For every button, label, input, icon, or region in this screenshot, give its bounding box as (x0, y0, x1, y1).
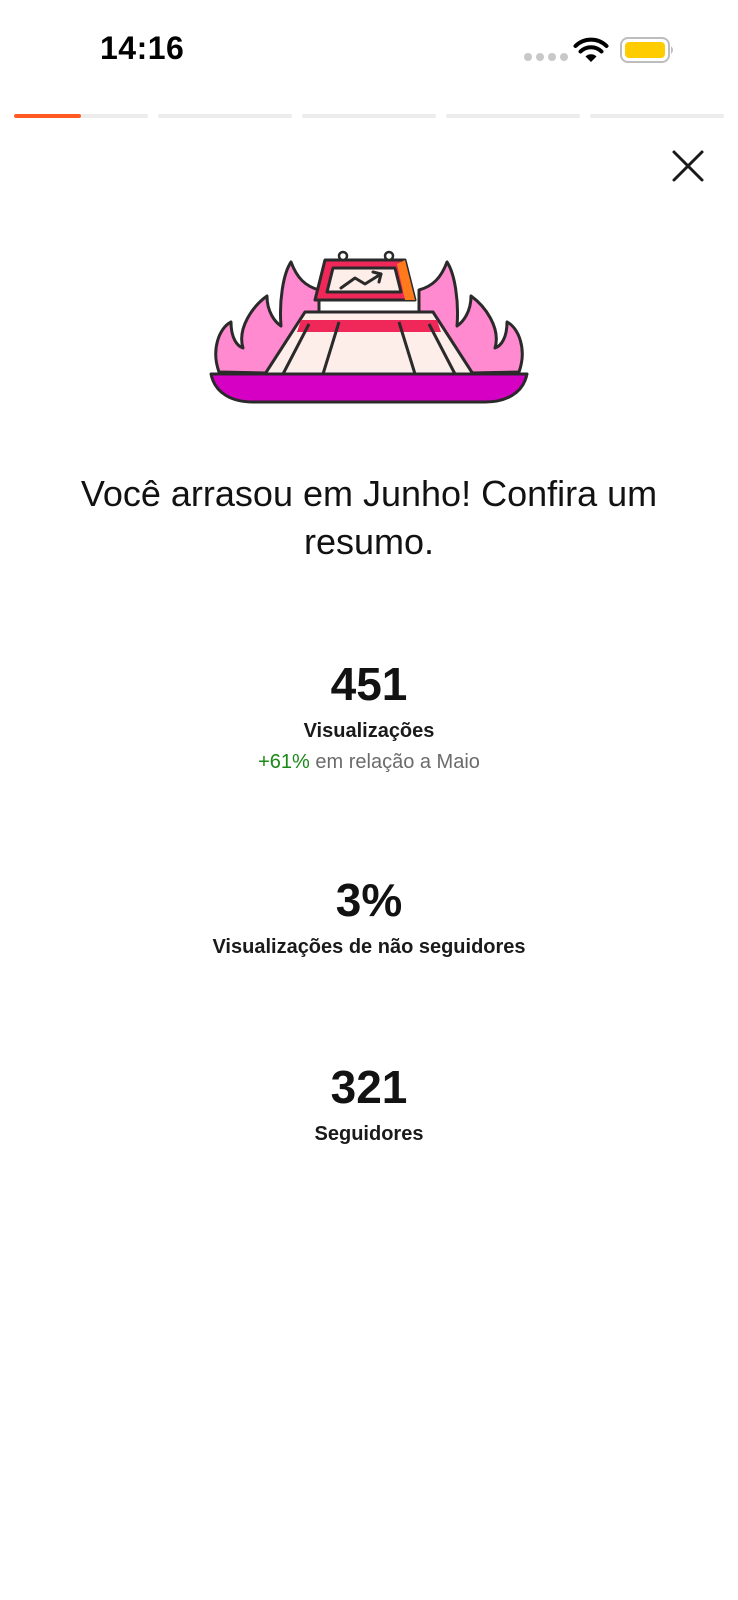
story-progress-segment-5 (590, 114, 724, 118)
story-progress-segment-4 (446, 114, 580, 118)
stat-value: 3% (335, 874, 403, 926)
stat-comparison: +61% em relação a Maio (0, 751, 738, 774)
stat-followers: 321 Seguidores (0, 1061, 738, 1146)
story-progress-fill (14, 114, 81, 118)
stat-non-follower-views: 3% Visualizações de não seguidores (0, 874, 738, 959)
stat-label: Visualizações (303, 720, 435, 742)
story-progress-segment-1 (14, 114, 148, 118)
stat-label: Visualizações de não seguidores (212, 936, 526, 958)
battery-icon (620, 37, 673, 63)
stat-value: 321 (330, 1061, 408, 1113)
story-progress-segment-3 (302, 114, 436, 118)
signal-icon (524, 53, 568, 61)
story-progress (14, 114, 724, 118)
stat-delta: +61% (258, 751, 310, 773)
status-time: 14:16 (100, 30, 185, 66)
story-progress-segment-2 (158, 114, 292, 118)
status-bar: 14:16 (0, 0, 738, 100)
stat-views: 451 Visualizações +61% em relação a Maio (0, 658, 738, 774)
stat-label: Seguidores (314, 1123, 424, 1145)
close-icon[interactable] (666, 144, 710, 188)
stat-comparison-text: em relação a Maio (315, 751, 480, 773)
wifi-icon (573, 37, 609, 62)
stat-value: 451 (330, 658, 408, 710)
stadium-trending-chart-illustration (209, 250, 529, 404)
page-title: Você arrasou em Junho! Confira um resumo… (80, 473, 658, 562)
